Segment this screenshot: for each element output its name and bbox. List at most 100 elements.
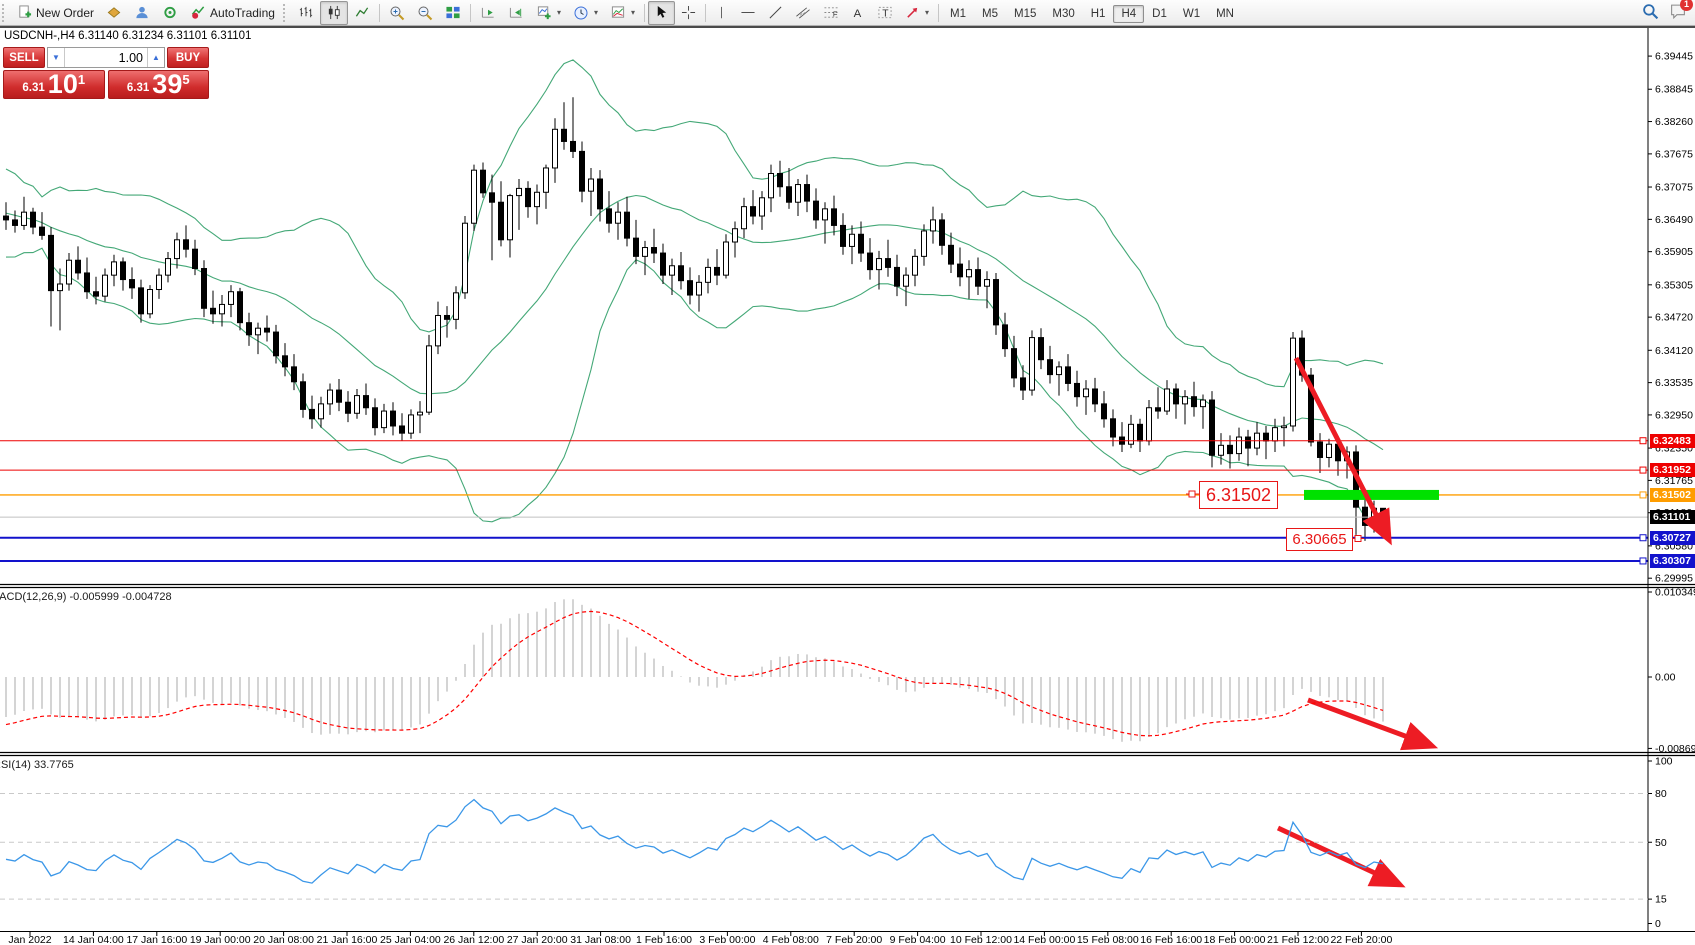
- axis-tick-label: 6.33535: [1655, 377, 1693, 389]
- candle-body: [1237, 437, 1242, 454]
- callout-anchor: [1189, 491, 1195, 497]
- candle-body: [1138, 424, 1143, 441]
- rsi-label: RSI(14) 33.7765: [0, 759, 74, 771]
- trend-arrow[interactable]: [1308, 700, 1424, 743]
- price-callout[interactable]: 6.30665: [1286, 528, 1353, 551]
- sell-price[interactable]: 6.31 10 1: [3, 70, 105, 99]
- candle-body: [1066, 367, 1071, 384]
- line-anchor-handle[interactable]: [1640, 492, 1646, 498]
- candle-body: [643, 248, 648, 257]
- axis-tick-label: 6.29995: [1655, 573, 1693, 585]
- candle-body: [265, 328, 270, 332]
- candle-body: [877, 259, 882, 270]
- price-chart-svg: 6.394456.388456.382606.376756.370756.364…: [0, 0, 1695, 945]
- candle-body: [139, 288, 144, 314]
- candle-body: [1246, 437, 1251, 448]
- sell-price-sup: 1: [78, 72, 85, 87]
- candle-body: [211, 308, 216, 314]
- candle-body: [805, 185, 810, 202]
- time-axis-label: 10 Feb 12:00: [950, 934, 1012, 945]
- price-tag: 6.31952: [1650, 463, 1695, 477]
- sell-price-big: 10: [48, 72, 78, 97]
- candle-body: [652, 248, 657, 254]
- time-axis-label: 20 Jan 08:00: [253, 934, 314, 945]
- volume-down-button[interactable]: ▼: [48, 48, 65, 67]
- candle-body: [94, 292, 99, 296]
- one-click-trade-panel: SELL ▼ 1.00 ▲ BUY 6.31 10 1 6.31 39 5: [3, 47, 209, 99]
- candle-body: [1021, 378, 1026, 390]
- time-axis-label: 16 Feb 16:00: [1140, 934, 1202, 945]
- price-callout[interactable]: 6.31502: [1199, 481, 1278, 509]
- time-axis-label: 21 Jan 16:00: [317, 934, 378, 945]
- candle-body: [400, 426, 405, 433]
- candle-body: [904, 275, 909, 286]
- candle-body: [1192, 397, 1197, 407]
- rsi-line: [6, 800, 1383, 884]
- buy-price-big: 39: [152, 72, 182, 97]
- candle-body: [670, 266, 675, 275]
- candle-body: [292, 367, 297, 382]
- candle-body: [1111, 419, 1116, 437]
- candle-body: [553, 129, 558, 168]
- candle-body: [508, 196, 513, 240]
- line-anchor-handle[interactable]: [1640, 535, 1646, 541]
- line-anchor-handle[interactable]: [1640, 438, 1646, 444]
- candle-body: [850, 234, 855, 246]
- buy-button[interactable]: BUY: [167, 47, 209, 68]
- candle-body: [1147, 408, 1152, 441]
- candle-body: [535, 192, 540, 206]
- time-axis-label: 1 Feb 16:00: [636, 934, 692, 945]
- candle-body: [1318, 442, 1323, 457]
- candle-body: [616, 212, 621, 223]
- candle-body: [418, 412, 423, 415]
- candle-body: [31, 212, 36, 227]
- candle-body: [868, 253, 873, 270]
- candle-body: [175, 240, 180, 259]
- candle-body: [1183, 397, 1188, 404]
- axis-tick-label: 6.34120: [1655, 345, 1693, 357]
- candle-body: [1075, 383, 1080, 396]
- candle-body: [1057, 367, 1062, 375]
- volume-up-button[interactable]: ▲: [147, 48, 164, 67]
- candle-body: [130, 280, 135, 288]
- candle-body: [598, 179, 603, 209]
- candle-body: [238, 292, 243, 323]
- candle-body: [697, 282, 702, 295]
- candle-body: [472, 170, 477, 223]
- line-anchor-handle[interactable]: [1640, 467, 1646, 473]
- axis-tick-label: 6.38845: [1655, 84, 1693, 96]
- axis-tick-label: 80: [1655, 788, 1667, 800]
- candle-body: [1327, 444, 1332, 457]
- axis-tick-label: 0.010349: [1655, 587, 1695, 599]
- candle-body: [544, 168, 549, 192]
- candle-body: [526, 188, 531, 206]
- candle-body: [589, 179, 594, 191]
- price-tag: 6.30727: [1650, 531, 1695, 545]
- candle-body: [895, 267, 900, 286]
- candle-body: [103, 275, 108, 296]
- candle-body: [625, 212, 630, 238]
- candle-body: [769, 173, 774, 197]
- candle-body: [76, 260, 81, 273]
- price-tag: 6.32483: [1650, 434, 1695, 448]
- axis-tick-label: 6.35305: [1655, 279, 1693, 291]
- candle-body: [202, 269, 207, 309]
- time-axis-label: 7 Feb 20:00: [826, 934, 882, 945]
- candle-body: [940, 220, 945, 245]
- sell-button[interactable]: SELL: [3, 47, 45, 68]
- time-axis-label: Jan 2022: [8, 934, 51, 945]
- candle-body: [274, 332, 279, 356]
- candle-body: [346, 402, 351, 413]
- axis-tick-label: 6.39445: [1655, 51, 1693, 63]
- line-anchor-handle[interactable]: [1640, 558, 1646, 564]
- green-highlight-rectangle[interactable]: [1304, 490, 1439, 500]
- candle-body: [337, 390, 342, 402]
- candle-body: [445, 315, 450, 319]
- candle-body: [607, 209, 612, 223]
- trend-arrow[interactable]: [1296, 358, 1385, 532]
- candle-body: [85, 273, 90, 292]
- buy-price[interactable]: 6.31 39 5: [108, 70, 210, 99]
- volume-input[interactable]: 1.00: [65, 48, 147, 67]
- time-axis-label: 19 Jan 00:00: [190, 934, 251, 945]
- candle-body: [796, 185, 801, 203]
